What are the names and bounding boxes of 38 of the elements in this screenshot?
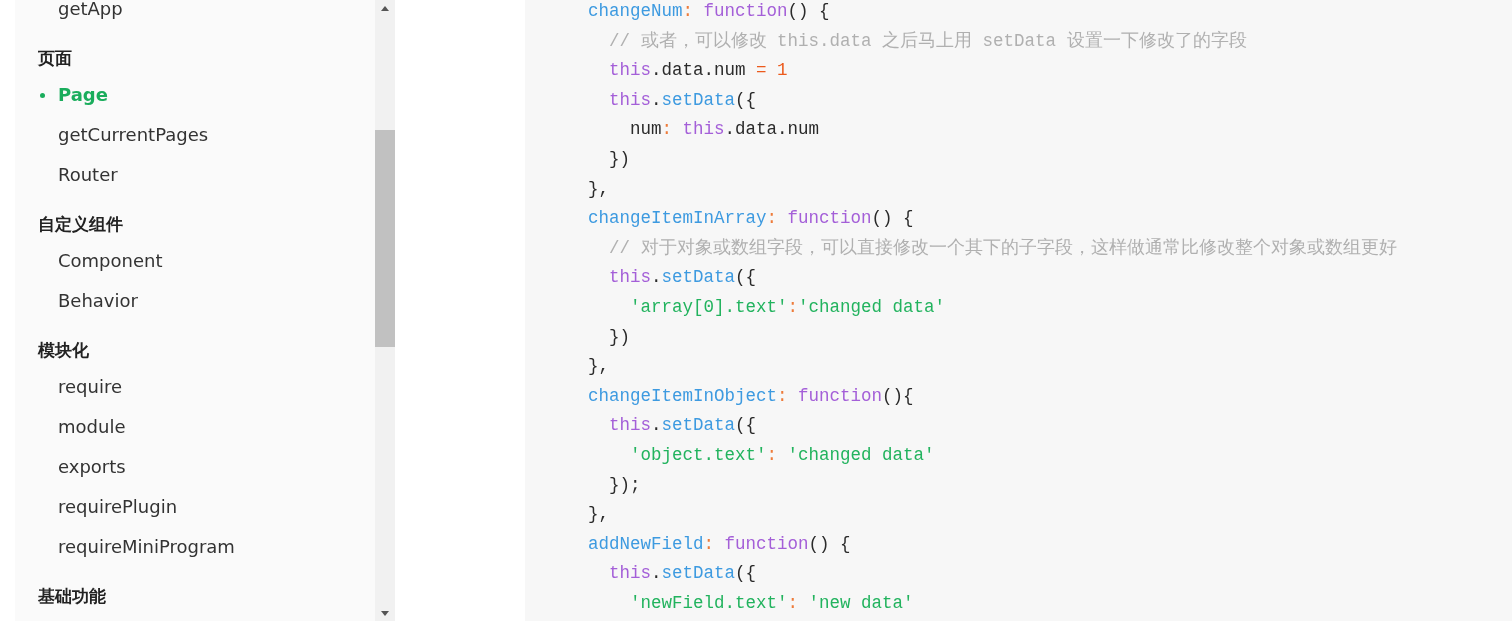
section-heading: 自定义组件 <box>38 213 123 236</box>
code-line: this.setData({ <box>608 88 758 112</box>
bullet-icon <box>40 93 45 98</box>
nav-link[interactable]: exports <box>38 447 126 487</box>
code-line: this.setData({ <box>608 562 758 586</box>
code-line: }, <box>588 503 610 527</box>
nav-link[interactable]: module <box>38 407 126 447</box>
code-line: num: this.data.num <box>629 118 821 142</box>
nav-link[interactable]: getCurrentPages <box>38 115 209 155</box>
code-line: }) <box>608 147 631 171</box>
scrollbar[interactable] <box>375 0 395 621</box>
code-line: changeNum: function() { <box>588 0 831 23</box>
nav-link[interactable]: require <box>38 367 122 407</box>
code-line: changeItemInObject: function(){ <box>588 384 915 408</box>
nav-link[interactable]: requirePlugin <box>38 487 178 527</box>
code-line: }, <box>588 177 610 201</box>
nav-link[interactable]: requireMiniProgram <box>38 527 235 567</box>
scroll-thumb[interactable] <box>375 130 395 347</box>
code-line: this.data.num = 1 <box>608 59 789 83</box>
code-line: addNewField: function() { <box>588 532 852 556</box>
code-line: 'newField.text': 'new data' <box>629 591 915 615</box>
code-line: 'object.text': 'changed data' <box>629 443 936 467</box>
section-heading: 模块化 <box>38 339 89 362</box>
nav-link[interactable]: getApp <box>38 0 123 29</box>
nav-link[interactable]: Component <box>38 241 163 281</box>
section-heading: 基础功能 <box>38 585 106 608</box>
code-line: this.setData({ <box>608 414 758 438</box>
code-line: changeItemInArray: function() { <box>588 207 915 231</box>
code-line: }, <box>588 355 610 379</box>
code-line: // 或者，可以修改 this.data 之后马上用 setData 设置一下修改了的字段 <box>608 29 1248 53</box>
nav-link[interactable]: Behavior <box>38 281 138 321</box>
code-line: }) <box>608 325 631 349</box>
code-line: }); <box>608 473 642 497</box>
code-line: // 对于对象或数组字段，可以直接修改一个其下的子字段，这样做通常比修改整个对象或数组更好 <box>608 236 1398 260</box>
nav-link[interactable]: Router <box>38 155 118 195</box>
code-line: this.setData({ <box>608 266 758 290</box>
section-heading: 页面 <box>38 47 72 70</box>
code-line: 'array[0].text':'changed data' <box>629 295 947 319</box>
